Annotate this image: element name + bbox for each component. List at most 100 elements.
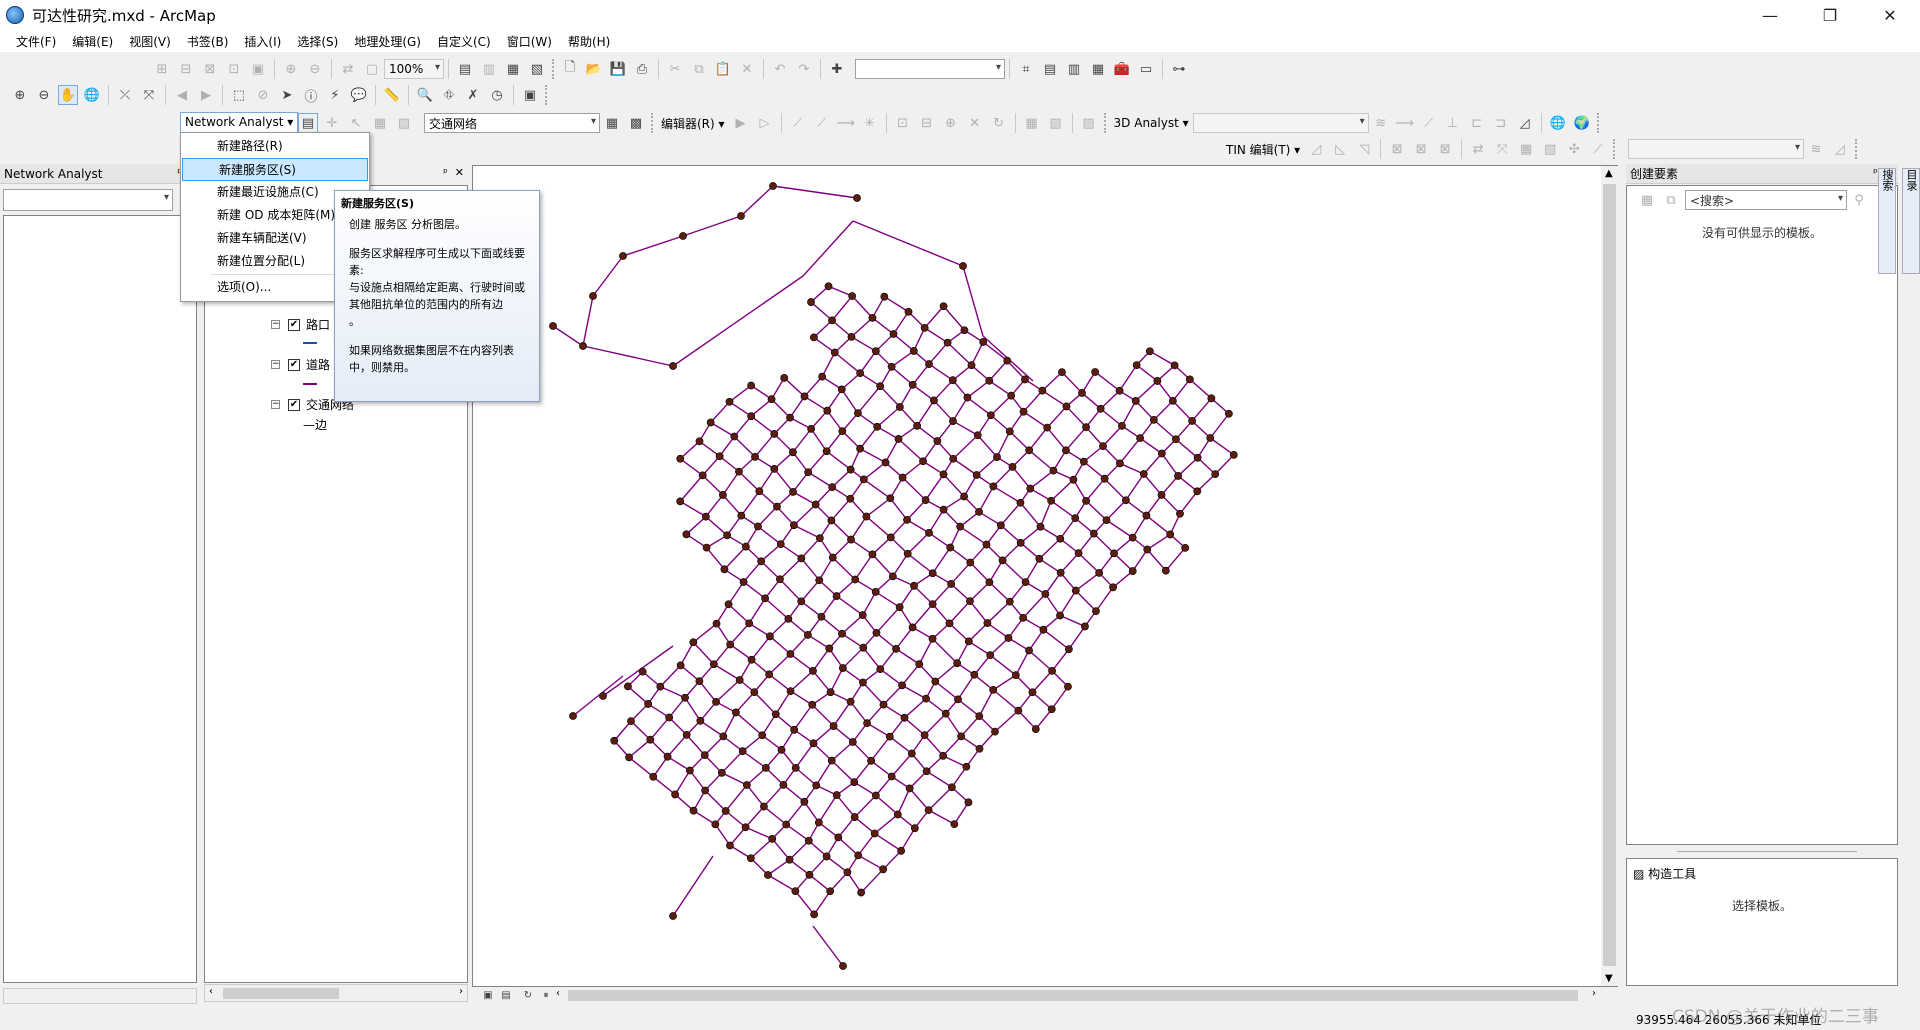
scroll-right-icon[interactable]: › bbox=[459, 986, 463, 997]
attributes-icon[interactable]: ▦ bbox=[1022, 113, 1042, 133]
goto-xy-icon[interactable]: ✗ bbox=[463, 85, 483, 105]
create-features-icon[interactable]: ▨ bbox=[1079, 113, 1099, 133]
georef2-icon[interactable]: ⊟ bbox=[176, 59, 196, 79]
menu-customize[interactable]: 自定义(C) bbox=[429, 33, 499, 50]
menu-new-route[interactable]: 新建路径(R) bbox=[181, 135, 369, 158]
network-dataset-combo[interactable]: 交通网络 ▾ bbox=[424, 113, 600, 133]
minimize-button[interactable]: — bbox=[1740, 0, 1800, 30]
georef-icon[interactable]: ⊞ bbox=[152, 59, 172, 79]
data-view-icon[interactable]: ▣ bbox=[478, 985, 498, 1005]
toc-close-icon[interactable]: ✕ bbox=[455, 166, 464, 179]
menu-help[interactable]: 帮助(H) bbox=[560, 33, 618, 50]
pan-hand-icon[interactable]: ✋ bbox=[58, 85, 78, 105]
tin-add2-icon[interactable]: ◺ bbox=[1330, 139, 1350, 159]
add-data-icon[interactable]: ✚ bbox=[827, 59, 847, 79]
map-display[interactable] bbox=[472, 165, 1618, 987]
template-props-icon[interactable]: ⧉ bbox=[1661, 190, 1681, 210]
editor-menu[interactable]: 编辑器(R) ▾ bbox=[657, 115, 729, 132]
hyperlink-icon[interactable]: ⚡ bbox=[325, 85, 345, 105]
scroll-down-icon[interactable]: ▼ bbox=[1605, 973, 1613, 984]
open-folder-icon[interactable]: 📂 bbox=[584, 59, 604, 79]
georef5-icon[interactable]: ▣ bbox=[248, 59, 268, 79]
layout-pan-icon[interactable]: ⇄ bbox=[338, 59, 358, 79]
sketch-props-icon[interactable]: ▧ bbox=[1046, 113, 1066, 133]
contour2-icon[interactable]: ≋ bbox=[1806, 139, 1826, 159]
pause-drawing-icon[interactable]: ⏸ bbox=[536, 985, 556, 1005]
paste-icon[interactable]: 📋 bbox=[713, 59, 733, 79]
hscroll-left-icon[interactable]: ‹ bbox=[556, 988, 560, 999]
measure-icon[interactable]: 📏 bbox=[382, 85, 402, 105]
collapse-icon[interactable]: − bbox=[271, 360, 280, 369]
search-window-icon[interactable]: ▦ bbox=[1088, 59, 1108, 79]
solve-icon[interactable]: ▦ bbox=[370, 113, 390, 133]
menu-view[interactable]: 视图(V) bbox=[121, 33, 179, 50]
cut-polygon-icon[interactable]: ⊕ bbox=[941, 113, 961, 133]
toc-layer-junctions[interactable]: − ✔ 路口 bbox=[271, 316, 330, 333]
map-hscroll[interactable]: ▣ ▤ ↻ ⏸ ‹ › bbox=[472, 987, 1602, 1004]
modelbuilder-icon[interactable]: ⊶ bbox=[1169, 59, 1189, 79]
tin-swap-icon[interactable]: ⇄ bbox=[1468, 139, 1488, 159]
layout-full-icon[interactable]: ▢ bbox=[362, 59, 382, 79]
tin-add3-icon[interactable]: ◹ bbox=[1354, 139, 1374, 159]
maximize-button[interactable]: ❐ bbox=[1800, 0, 1860, 30]
3d-analyst-menu[interactable]: 3D Analyst ▾ bbox=[1110, 116, 1193, 130]
tin-region-icon[interactable]: ▧ bbox=[1540, 139, 1560, 159]
save-icon[interactable]: 💾 bbox=[608, 59, 628, 79]
contour-icon[interactable]: ≋ bbox=[1371, 113, 1391, 133]
find-icon[interactable]: 🔍 bbox=[415, 85, 435, 105]
edit-annotation-icon[interactable]: ▷ bbox=[755, 113, 775, 133]
new-document-icon[interactable]: 🗋 bbox=[560, 59, 580, 79]
tin-node-icon[interactable]: ▦ bbox=[1516, 139, 1536, 159]
print-icon[interactable]: ⎙ bbox=[632, 59, 652, 79]
straight-segment-icon[interactable]: ⟋ bbox=[788, 113, 808, 133]
profile-graph-icon[interactable]: ◿ bbox=[1515, 113, 1535, 133]
zoom-percent-combo[interactable]: 100% ▾ bbox=[384, 59, 444, 79]
template-search-input[interactable]: <搜索> ▾ bbox=[1685, 190, 1847, 210]
arcscene-icon[interactable]: 🌐 bbox=[1548, 113, 1568, 133]
tin-edit-menu[interactable]: TIN 编辑(T) ▾ bbox=[1222, 141, 1304, 158]
toc-layer-roads[interactable]: − ✔ 道路 bbox=[271, 356, 330, 373]
interpolate-polygon-icon[interactable]: ⊐ bbox=[1491, 113, 1511, 133]
build-network-icon[interactable]: ▦ bbox=[602, 113, 622, 133]
endpoint-arc-icon[interactable]: ⟋ bbox=[812, 113, 832, 133]
georef3-icon[interactable]: ⊠ bbox=[200, 59, 220, 79]
edit-vertices-icon[interactable]: ⊡ bbox=[893, 113, 913, 133]
html-popup-icon[interactable]: 💬 bbox=[349, 85, 369, 105]
select-elements-icon[interactable]: ➤ bbox=[277, 85, 297, 105]
map-vscroll-thumb[interactable] bbox=[1603, 184, 1616, 966]
toc-window-icon[interactable]: ▤ bbox=[1040, 59, 1060, 79]
close-button[interactable]: ✕ bbox=[1860, 0, 1920, 30]
rotate-icon[interactable]: ↻ bbox=[989, 113, 1009, 133]
network-identify-icon[interactable]: ▩ bbox=[626, 113, 646, 133]
hscroll-right-icon[interactable]: › bbox=[1592, 988, 1596, 999]
map-vscroll[interactable]: ▲ ▼ bbox=[1601, 166, 1618, 986]
point-icon[interactable]: ✳ bbox=[860, 113, 880, 133]
fixed-zoom-out-icon[interactable]: ⤧ bbox=[139, 85, 159, 105]
collapse-icon[interactable]: − bbox=[271, 400, 280, 409]
na-window-tree[interactable] bbox=[3, 215, 197, 983]
tin-add-icon[interactable]: ◿ bbox=[1306, 139, 1326, 159]
scale-combo[interactable]: ▾ bbox=[855, 59, 1005, 79]
na-hscroll[interactable] bbox=[3, 988, 197, 1004]
layout-zoom-in-icon[interactable]: ⊕ bbox=[281, 59, 301, 79]
georef4-icon[interactable]: ⊡ bbox=[224, 59, 244, 79]
create-viewer-icon[interactable]: ▣ bbox=[520, 85, 540, 105]
arctoolbox-icon[interactable]: 🧰 bbox=[1112, 59, 1132, 79]
tin-delete-icon[interactable]: ⊠ bbox=[1387, 139, 1407, 159]
find-route-icon[interactable]: ⛗ bbox=[439, 85, 459, 105]
menu-file[interactable]: 文件(F) bbox=[8, 33, 64, 50]
time-slider-icon[interactable]: ◷ bbox=[487, 85, 507, 105]
zoom-out-icon[interactable]: ⊖ bbox=[34, 85, 54, 105]
toc-hscroll-thumb[interactable] bbox=[223, 988, 339, 999]
search-icon[interactable]: ⚲ bbox=[1849, 190, 1869, 210]
steepest-path-icon[interactable]: ⟿ bbox=[1395, 113, 1415, 133]
zoom-in-icon[interactable]: ⊕ bbox=[10, 85, 30, 105]
data-driven-icon[interactable]: ▧ bbox=[527, 59, 547, 79]
layer-checkbox[interactable]: ✔ bbox=[288, 318, 300, 331]
tin-tag-icon[interactable]: ✣ bbox=[1564, 139, 1584, 159]
layer-checkbox[interactable]: ✔ bbox=[288, 358, 300, 371]
menu-bookmarks[interactable]: 书签(B) bbox=[179, 33, 237, 50]
arcglobe-icon[interactable]: 🌍 bbox=[1572, 113, 1592, 133]
menu-insert[interactable]: 插入(I) bbox=[236, 33, 289, 50]
copy-icon[interactable]: ⧉ bbox=[689, 59, 709, 79]
